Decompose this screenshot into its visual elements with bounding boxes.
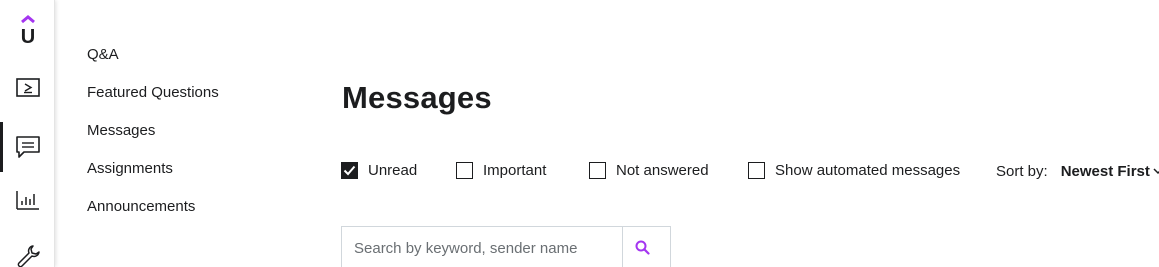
filter-important-label: Important [483,161,547,179]
filter-automated-messages-label: Show automated messages [775,161,961,179]
sub-nav-featured-questions[interactable]: Featured Questions [87,84,219,102]
filter-unread[interactable]: Unread [341,159,417,181]
important-checkbox[interactable] [456,161,473,179]
rail-item-courses[interactable] [0,68,55,108]
chevron-down-icon[interactable] [1153,167,1159,175]
filter-unread-label: Unread [368,161,418,179]
message-search [341,226,671,267]
icon-rail: U [0,0,55,267]
rail-item-performance[interactable] [0,180,55,220]
filter-not-answered[interactable]: Not answered [589,159,709,181]
page-title: Messages [342,80,492,115]
message-icon [15,136,40,158]
filter-not-answered-label: Not answered [616,161,709,179]
sub-nav-announcements[interactable]: Announcements [87,198,195,216]
rail-item-communication[interactable] [0,122,55,172]
filter-automated-messages[interactable]: Show automated messages [748,159,960,181]
not-answered-checkbox[interactable] [589,161,606,179]
search-input[interactable] [342,227,623,267]
sub-nav-qa[interactable]: Q&A [87,46,119,64]
sort-label: Sort by: [996,162,1048,180]
sub-nav-messages[interactable]: Messages [87,122,155,140]
sort-dropdown[interactable]: Newest First [1061,163,1150,180]
sort-control: Sort by: Newest First [996,160,1159,182]
chart-icon [15,191,39,210]
unread-checkbox[interactable] [341,161,358,179]
video-icon [15,78,40,97]
filter-important[interactable]: Important [456,159,546,181]
rail-item-tools[interactable] [0,236,55,267]
automated-messages-checkbox[interactable] [748,161,765,179]
wrench-icon [17,245,40,267]
checkmark-icon [343,165,356,175]
sub-nav-assignments[interactable]: Assignments [87,160,173,178]
svg-text:U: U [20,26,34,46]
search-icon [635,240,650,255]
udemy-logo[interactable]: U [0,10,55,50]
udemy-logo-icon: U [20,15,35,46]
search-button[interactable] [623,227,662,267]
